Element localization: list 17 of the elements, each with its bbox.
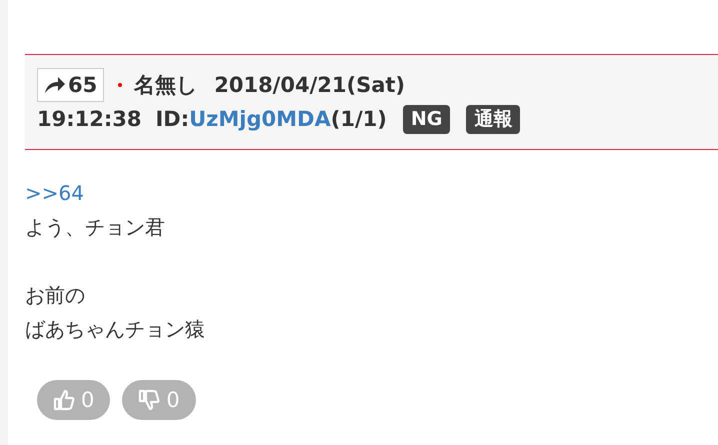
post-text: お前の: [25, 282, 86, 309]
post-date: 2018/04/21(Sat): [214, 73, 405, 97]
poster-name: 名無し: [134, 72, 198, 99]
thumbs-up-icon: [53, 389, 75, 411]
reply-anchor-link[interactable]: >>64: [25, 176, 84, 210]
marker-dot-icon: [118, 83, 122, 87]
share-arrow-icon: [44, 76, 66, 94]
post-text: ばあちゃんチョン猿: [25, 316, 206, 343]
id-label: ID:: [155, 107, 190, 131]
id-count: (1/1): [330, 107, 387, 131]
post-text: よう、チョン君: [25, 214, 166, 241]
reply-button[interactable]: 65: [37, 68, 104, 102]
thumbs-down-icon: [138, 389, 160, 411]
action-button[interactable]: 通報: [466, 104, 520, 134]
post-time: 19:12:38: [37, 107, 142, 131]
action-button[interactable]: NG: [402, 104, 450, 134]
id-link[interactable]: UzMjg0MDA: [189, 107, 331, 131]
